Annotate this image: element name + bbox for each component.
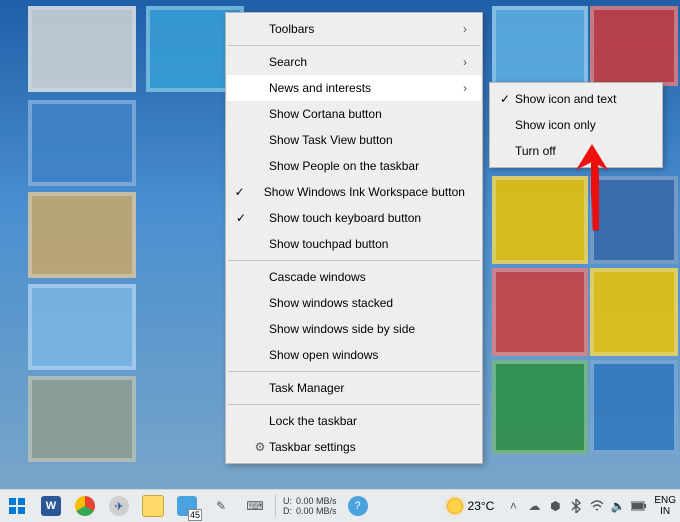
start-button[interactable]	[0, 490, 34, 522]
menu-label: Show Task View button	[269, 133, 463, 147]
taskbar-app-folder-45[interactable]: 45	[170, 490, 204, 522]
lang-bot: IN	[654, 506, 676, 517]
menu-item-stacked[interactable]: Show windows stacked	[227, 290, 481, 316]
language-indicator[interactable]: ENG IN	[650, 495, 680, 517]
menu-item-touchpad[interactable]: Show touchpad button	[227, 231, 481, 257]
upload-value: 0.00 MB/s	[296, 496, 337, 506]
menu-label: Show open windows	[269, 348, 463, 362]
menu-item-taskbar-settings[interactable]: ⚙ Taskbar settings	[227, 434, 481, 460]
tray-overflow-icon[interactable]: ˄	[503, 490, 523, 522]
check-icon: ✓	[495, 92, 515, 106]
windows-icon	[9, 498, 25, 514]
taskbar-divider	[275, 495, 276, 517]
ink-workspace-icon[interactable]: ✎	[204, 490, 238, 522]
menu-label: Show icon and text	[515, 92, 657, 106]
menu-label: Show windows stacked	[269, 296, 463, 310]
taskbar-app-explorer[interactable]	[136, 490, 170, 522]
chevron-right-icon: ›	[463, 81, 477, 95]
menu-item-lock-taskbar[interactable]: Lock the taskbar	[227, 408, 481, 434]
menu-item-ink[interactable]: ✓ Show Windows Ink Workspace button	[227, 179, 481, 205]
lang-top: ENG	[654, 495, 676, 506]
desktop[interactable]: Toolbars › Search › News and interests ›…	[0, 0, 680, 522]
sun-icon	[447, 498, 463, 514]
taskbar-context-menu: Toolbars › Search › News and interests ›…	[225, 12, 483, 464]
menu-separator	[228, 45, 480, 46]
menu-label: Show Windows Ink Workspace button	[264, 185, 465, 199]
taskbar[interactable]: W ✈ 45 ✎ ⌨ U: 0.00 MB/s D: 0.00 MB/s ? 23°…	[0, 489, 680, 522]
menu-label: Show People on the taskbar	[269, 159, 463, 173]
menu-separator	[228, 404, 480, 405]
menu-item-toolbars[interactable]: Toolbars ›	[227, 16, 481, 42]
chevron-right-icon: ›	[463, 22, 477, 36]
menu-item-cascade[interactable]: Cascade windows	[227, 264, 481, 290]
menu-separator	[228, 260, 480, 261]
tray-help-icon[interactable]: ?	[341, 490, 375, 522]
taskbar-app-telegram[interactable]: ✈	[102, 490, 136, 522]
menu-item-news-interests[interactable]: News and interests ›	[227, 75, 481, 101]
settings-tray-icon[interactable]: ⬢	[545, 490, 565, 522]
taskbar-left: W ✈ 45 ✎ ⌨ U: 0.00 MB/s D: 0.00 MB/s ?	[0, 490, 375, 522]
menu-item-touch-keyboard[interactable]: ✓ Show touch keyboard button	[227, 205, 481, 231]
check-icon: ✓	[231, 185, 248, 199]
touch-keyboard-icon[interactable]: ⌨	[238, 490, 272, 522]
menu-label: Search	[269, 55, 463, 69]
menu-label: Lock the taskbar	[269, 414, 463, 428]
upload-label: U:	[283, 496, 292, 506]
taskbar-app-chrome[interactable]	[68, 490, 102, 522]
menu-label: Show Cortana button	[269, 107, 463, 121]
menu-label: Show touchpad button	[269, 237, 463, 251]
network-speed-widget[interactable]: U: 0.00 MB/s D: 0.00 MB/s	[279, 496, 341, 516]
submenu-item-turn-off[interactable]: Turn off	[491, 138, 661, 164]
weather-temp: 23°C	[468, 499, 495, 513]
menu-label: News and interests	[269, 81, 463, 95]
menu-item-open-windows[interactable]: Show open windows	[227, 342, 481, 368]
menu-label: Toolbars	[269, 22, 463, 36]
check-icon: ✓	[231, 211, 251, 225]
bluetooth-icon[interactable]	[566, 490, 586, 522]
battery-icon[interactable]	[629, 490, 649, 522]
menu-label: Task Manager	[269, 381, 463, 395]
menu-label: Taskbar settings	[269, 440, 463, 454]
menu-label: Cascade windows	[269, 270, 463, 284]
download-label: D:	[283, 506, 292, 516]
weather-widget[interactable]: 23°C	[439, 498, 503, 514]
menu-item-search[interactable]: Search ›	[227, 49, 481, 75]
volume-icon[interactable]: 🔈	[608, 490, 628, 522]
gear-icon: ⚙	[251, 440, 269, 454]
onedrive-icon[interactable]: ☁	[524, 490, 544, 522]
menu-label: Show windows side by side	[269, 322, 463, 336]
menu-item-people[interactable]: Show People on the taskbar	[227, 153, 481, 179]
menu-separator	[228, 371, 480, 372]
menu-item-cortana[interactable]: Show Cortana button	[227, 101, 481, 127]
menu-label: Turn off	[515, 144, 657, 158]
taskbar-app-word[interactable]: W	[34, 490, 68, 522]
taskbar-right: 23°C ˄ ☁ ⬢ 🔈 ENG IN	[439, 490, 680, 522]
chevron-right-icon: ›	[463, 55, 477, 69]
submenu-item-icon-text[interactable]: ✓ Show icon and text	[491, 86, 661, 112]
submenu-item-icon-only[interactable]: Show icon only	[491, 112, 661, 138]
badge-count: 45	[188, 509, 202, 521]
menu-label: Show touch keyboard button	[269, 211, 463, 225]
download-value: 0.00 MB/s	[296, 506, 337, 516]
news-interests-submenu: ✓ Show icon and text Show icon only Turn…	[489, 82, 663, 168]
menu-item-task-manager[interactable]: Task Manager	[227, 375, 481, 401]
menu-item-taskview[interactable]: Show Task View button	[227, 127, 481, 153]
wifi-icon[interactable]	[587, 490, 607, 522]
menu-item-side-by-side[interactable]: Show windows side by side	[227, 316, 481, 342]
menu-label: Show icon only	[515, 118, 657, 132]
